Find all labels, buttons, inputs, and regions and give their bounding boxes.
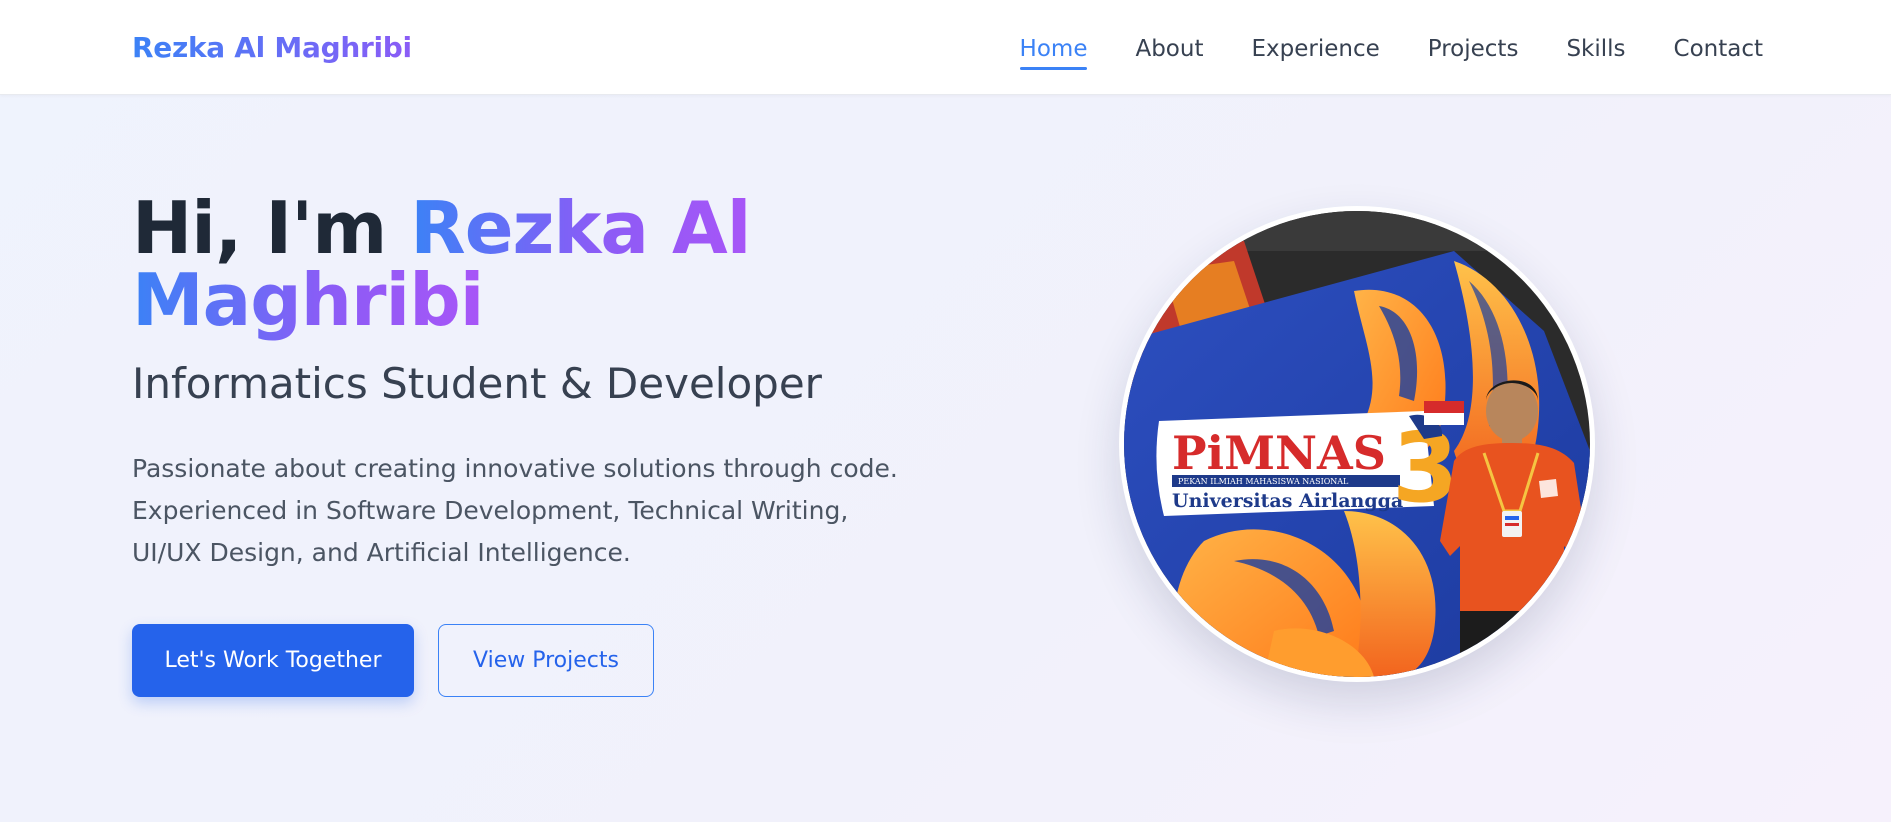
- nav-link-experience[interactable]: Experience: [1251, 31, 1379, 65]
- banner-title-text: PiMNAS: [1172, 426, 1386, 480]
- hero-description: Passionate about creating innovative sol…: [132, 454, 898, 567]
- hero-title: Hi, I'm Rezka Al Maghribi: [132, 192, 932, 336]
- banner-tagline-text: PEKAN ILMIAH MAHASISWA NASIONAL: [1178, 477, 1349, 486]
- navbar: Rezka Al Maghribi Home About Experience …: [0, 0, 1891, 95]
- profile-photo: PiMNAS PEKAN ILMIAH MAHASISWA NASIONAL U…: [1119, 206, 1595, 682]
- view-projects-button[interactable]: View Projects: [438, 624, 654, 697]
- profile-photo-illustration: PiMNAS PEKAN ILMIAH MAHASISWA NASIONAL U…: [1124, 211, 1590, 677]
- nav-links: Home About Experience Projects Skills Co…: [1019, 0, 1763, 95]
- nav-link-contact[interactable]: Contact: [1674, 31, 1763, 65]
- nav-link-skills[interactable]: Skills: [1566, 31, 1625, 65]
- lets-work-together-button[interactable]: Let's Work Together: [132, 624, 414, 697]
- hero-buttons: Let's Work Together View Projects: [132, 624, 654, 697]
- hero-subtitle: Informatics Student & Developer: [132, 359, 822, 408]
- nav-link-home[interactable]: Home: [1019, 31, 1087, 70]
- hero-section: Hi, I'm Rezka Al Maghribi Informatics Stu…: [132, 192, 932, 574]
- nav-link-projects[interactable]: Projects: [1428, 31, 1519, 65]
- nav-link-about[interactable]: About: [1135, 31, 1203, 65]
- brand-logo[interactable]: Rezka Al Maghribi: [132, 30, 412, 66]
- banner-university-text: Universitas Airlangga: [1172, 490, 1403, 512]
- hero-name-line2: Maghribi: [132, 258, 484, 342]
